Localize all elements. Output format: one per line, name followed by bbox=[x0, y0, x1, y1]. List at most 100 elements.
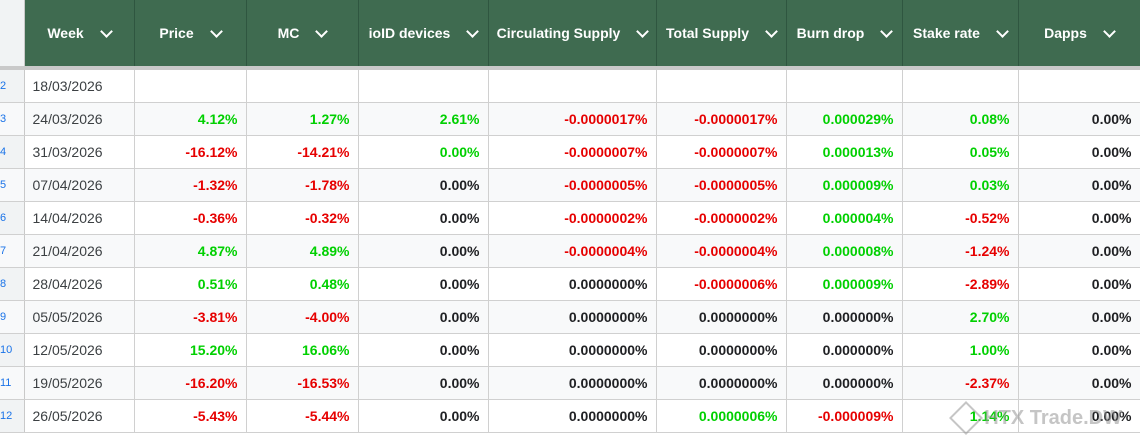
chevron-down-icon[interactable] bbox=[996, 24, 1009, 38]
value-cell[interactable]: -0.52% bbox=[902, 201, 1019, 235]
value-cell[interactable]: -0.0000002% bbox=[488, 201, 657, 235]
value-cell[interactable]: -2.89% bbox=[902, 267, 1019, 301]
chevron-down-icon[interactable] bbox=[1103, 24, 1116, 38]
value-cell[interactable]: 0.0000000% bbox=[656, 333, 787, 367]
value-cell[interactable]: -1.24% bbox=[902, 234, 1019, 268]
value-cell[interactable]: 0.00% bbox=[1018, 201, 1140, 235]
value-cell[interactable]: 0.000004% bbox=[786, 201, 903, 235]
value-cell[interactable]: 2.61% bbox=[358, 102, 489, 136]
value-cell[interactable]: 0.0000000% bbox=[656, 366, 787, 400]
value-cell[interactable]: -1.32% bbox=[134, 168, 247, 202]
value-cell[interactable]: 0.0000000% bbox=[656, 300, 787, 334]
value-cell[interactable]: 0.00% bbox=[358, 234, 489, 268]
week-cell[interactable]: 14/04/2026 bbox=[24, 201, 135, 235]
chevron-down-icon[interactable] bbox=[880, 24, 894, 38]
column-header-week[interactable]: Week bbox=[24, 0, 135, 66]
chevron-down-icon[interactable] bbox=[466, 24, 480, 38]
week-cell[interactable]: 05/05/2026 bbox=[24, 300, 135, 334]
row-number[interactable]: 3 bbox=[0, 102, 25, 136]
value-cell[interactable]: 0.51% bbox=[134, 267, 247, 301]
value-cell[interactable]: 0.0000006% bbox=[656, 399, 787, 433]
value-cell[interactable]: -0.0000004% bbox=[656, 234, 787, 268]
column-header-mc[interactable]: MC bbox=[246, 0, 359, 66]
value-cell[interactable]: 2.70% bbox=[902, 300, 1019, 334]
week-cell[interactable]: 21/04/2026 bbox=[24, 234, 135, 268]
value-cell[interactable]: 0.000013% bbox=[786, 135, 903, 169]
value-cell[interactable]: -2.37% bbox=[902, 366, 1019, 400]
week-cell[interactable]: 19/05/2026 bbox=[24, 366, 135, 400]
value-cell[interactable] bbox=[902, 70, 1019, 103]
value-cell[interactable]: -16.53% bbox=[246, 366, 359, 400]
value-cell[interactable] bbox=[656, 70, 787, 103]
value-cell[interactable] bbox=[246, 70, 359, 103]
row-number[interactable]: 11 bbox=[0, 366, 25, 400]
value-cell[interactable]: 0.000029% bbox=[786, 102, 903, 136]
value-cell[interactable]: 1.14% bbox=[902, 399, 1019, 433]
value-cell[interactable]: 0.00% bbox=[358, 201, 489, 235]
value-cell[interactable]: 4.12% bbox=[134, 102, 247, 136]
value-cell[interactable]: -0.36% bbox=[134, 201, 247, 235]
row-number[interactable]: 7 bbox=[0, 234, 25, 268]
week-cell[interactable]: 18/03/2026 bbox=[24, 70, 135, 103]
column-header-ioid-devices[interactable]: ioID devices bbox=[358, 0, 489, 66]
row-number[interactable]: 10 bbox=[0, 333, 25, 367]
chevron-down-icon[interactable] bbox=[765, 24, 778, 38]
value-cell[interactable]: 0.00% bbox=[1018, 267, 1140, 301]
value-cell[interactable]: 0.00% bbox=[1018, 333, 1140, 367]
value-cell[interactable]: 0.000009% bbox=[786, 267, 903, 301]
chevron-down-icon[interactable] bbox=[315, 24, 329, 38]
row-number[interactable]: 2 bbox=[0, 70, 25, 103]
chevron-down-icon[interactable] bbox=[99, 24, 113, 38]
row-number[interactable]: 12 bbox=[0, 399, 25, 433]
column-header-dapps[interactable]: Dapps bbox=[1018, 0, 1140, 66]
column-header-circulating-supply[interactable]: Circulating Supply bbox=[488, 0, 657, 66]
value-cell[interactable]: -0.0000005% bbox=[488, 168, 657, 202]
week-cell[interactable]: 26/05/2026 bbox=[24, 399, 135, 433]
value-cell[interactable]: 0.03% bbox=[902, 168, 1019, 202]
value-cell[interactable]: -0.0000007% bbox=[656, 135, 787, 169]
value-cell[interactable]: 0.000009% bbox=[786, 168, 903, 202]
row-number[interactable]: 6 bbox=[0, 201, 25, 235]
value-cell[interactable]: 0.00% bbox=[1018, 234, 1140, 268]
value-cell[interactable]: 0.000000% bbox=[786, 300, 903, 334]
value-cell[interactable]: 0.00% bbox=[358, 300, 489, 334]
value-cell[interactable]: 0.00% bbox=[358, 333, 489, 367]
value-cell[interactable]: -1.78% bbox=[246, 168, 359, 202]
value-cell[interactable]: -16.20% bbox=[134, 366, 247, 400]
value-cell[interactable]: 0.00% bbox=[1018, 366, 1140, 400]
chevron-down-icon[interactable] bbox=[636, 24, 650, 38]
value-cell[interactable]: 16.06% bbox=[246, 333, 359, 367]
column-header-price[interactable]: Price bbox=[134, 0, 247, 66]
column-header-burn-drop[interactable]: Burn drop bbox=[786, 0, 903, 66]
value-cell[interactable]: 0.00% bbox=[1018, 168, 1140, 202]
value-cell[interactable]: 0.0000000% bbox=[488, 366, 657, 400]
chevron-down-icon[interactable] bbox=[209, 24, 223, 38]
value-cell[interactable] bbox=[786, 70, 903, 103]
week-cell[interactable]: 31/03/2026 bbox=[24, 135, 135, 169]
row-number[interactable]: 8 bbox=[0, 267, 25, 301]
value-cell[interactable]: 4.89% bbox=[246, 234, 359, 268]
value-cell[interactable]: 0.000008% bbox=[786, 234, 903, 268]
value-cell[interactable] bbox=[358, 70, 489, 103]
value-cell[interactable]: -14.21% bbox=[246, 135, 359, 169]
value-cell[interactable]: 4.87% bbox=[134, 234, 247, 268]
value-cell[interactable] bbox=[1018, 70, 1140, 103]
column-header-stake-rate[interactable]: Stake rate bbox=[902, 0, 1019, 66]
week-cell[interactable]: 28/04/2026 bbox=[24, 267, 135, 301]
value-cell[interactable]: -0.0000002% bbox=[656, 201, 787, 235]
value-cell[interactable]: 0.0000000% bbox=[488, 300, 657, 334]
value-cell[interactable]: 0.00% bbox=[358, 399, 489, 433]
value-cell[interactable]: -5.43% bbox=[134, 399, 247, 433]
value-cell[interactable]: -0.0000004% bbox=[488, 234, 657, 268]
value-cell[interactable]: -0.000009% bbox=[786, 399, 903, 433]
row-number[interactable]: 9 bbox=[0, 300, 25, 334]
value-cell[interactable]: 0.00% bbox=[1018, 135, 1140, 169]
value-cell[interactable]: 0.00% bbox=[358, 366, 489, 400]
row-number[interactable]: 4 bbox=[0, 135, 25, 169]
value-cell[interactable]: 0.00% bbox=[1018, 102, 1140, 136]
value-cell[interactable]: 0.0000000% bbox=[488, 333, 657, 367]
value-cell[interactable]: 1.27% bbox=[246, 102, 359, 136]
value-cell[interactable] bbox=[488, 70, 657, 103]
value-cell[interactable]: 1.00% bbox=[902, 333, 1019, 367]
week-cell[interactable]: 24/03/2026 bbox=[24, 102, 135, 136]
